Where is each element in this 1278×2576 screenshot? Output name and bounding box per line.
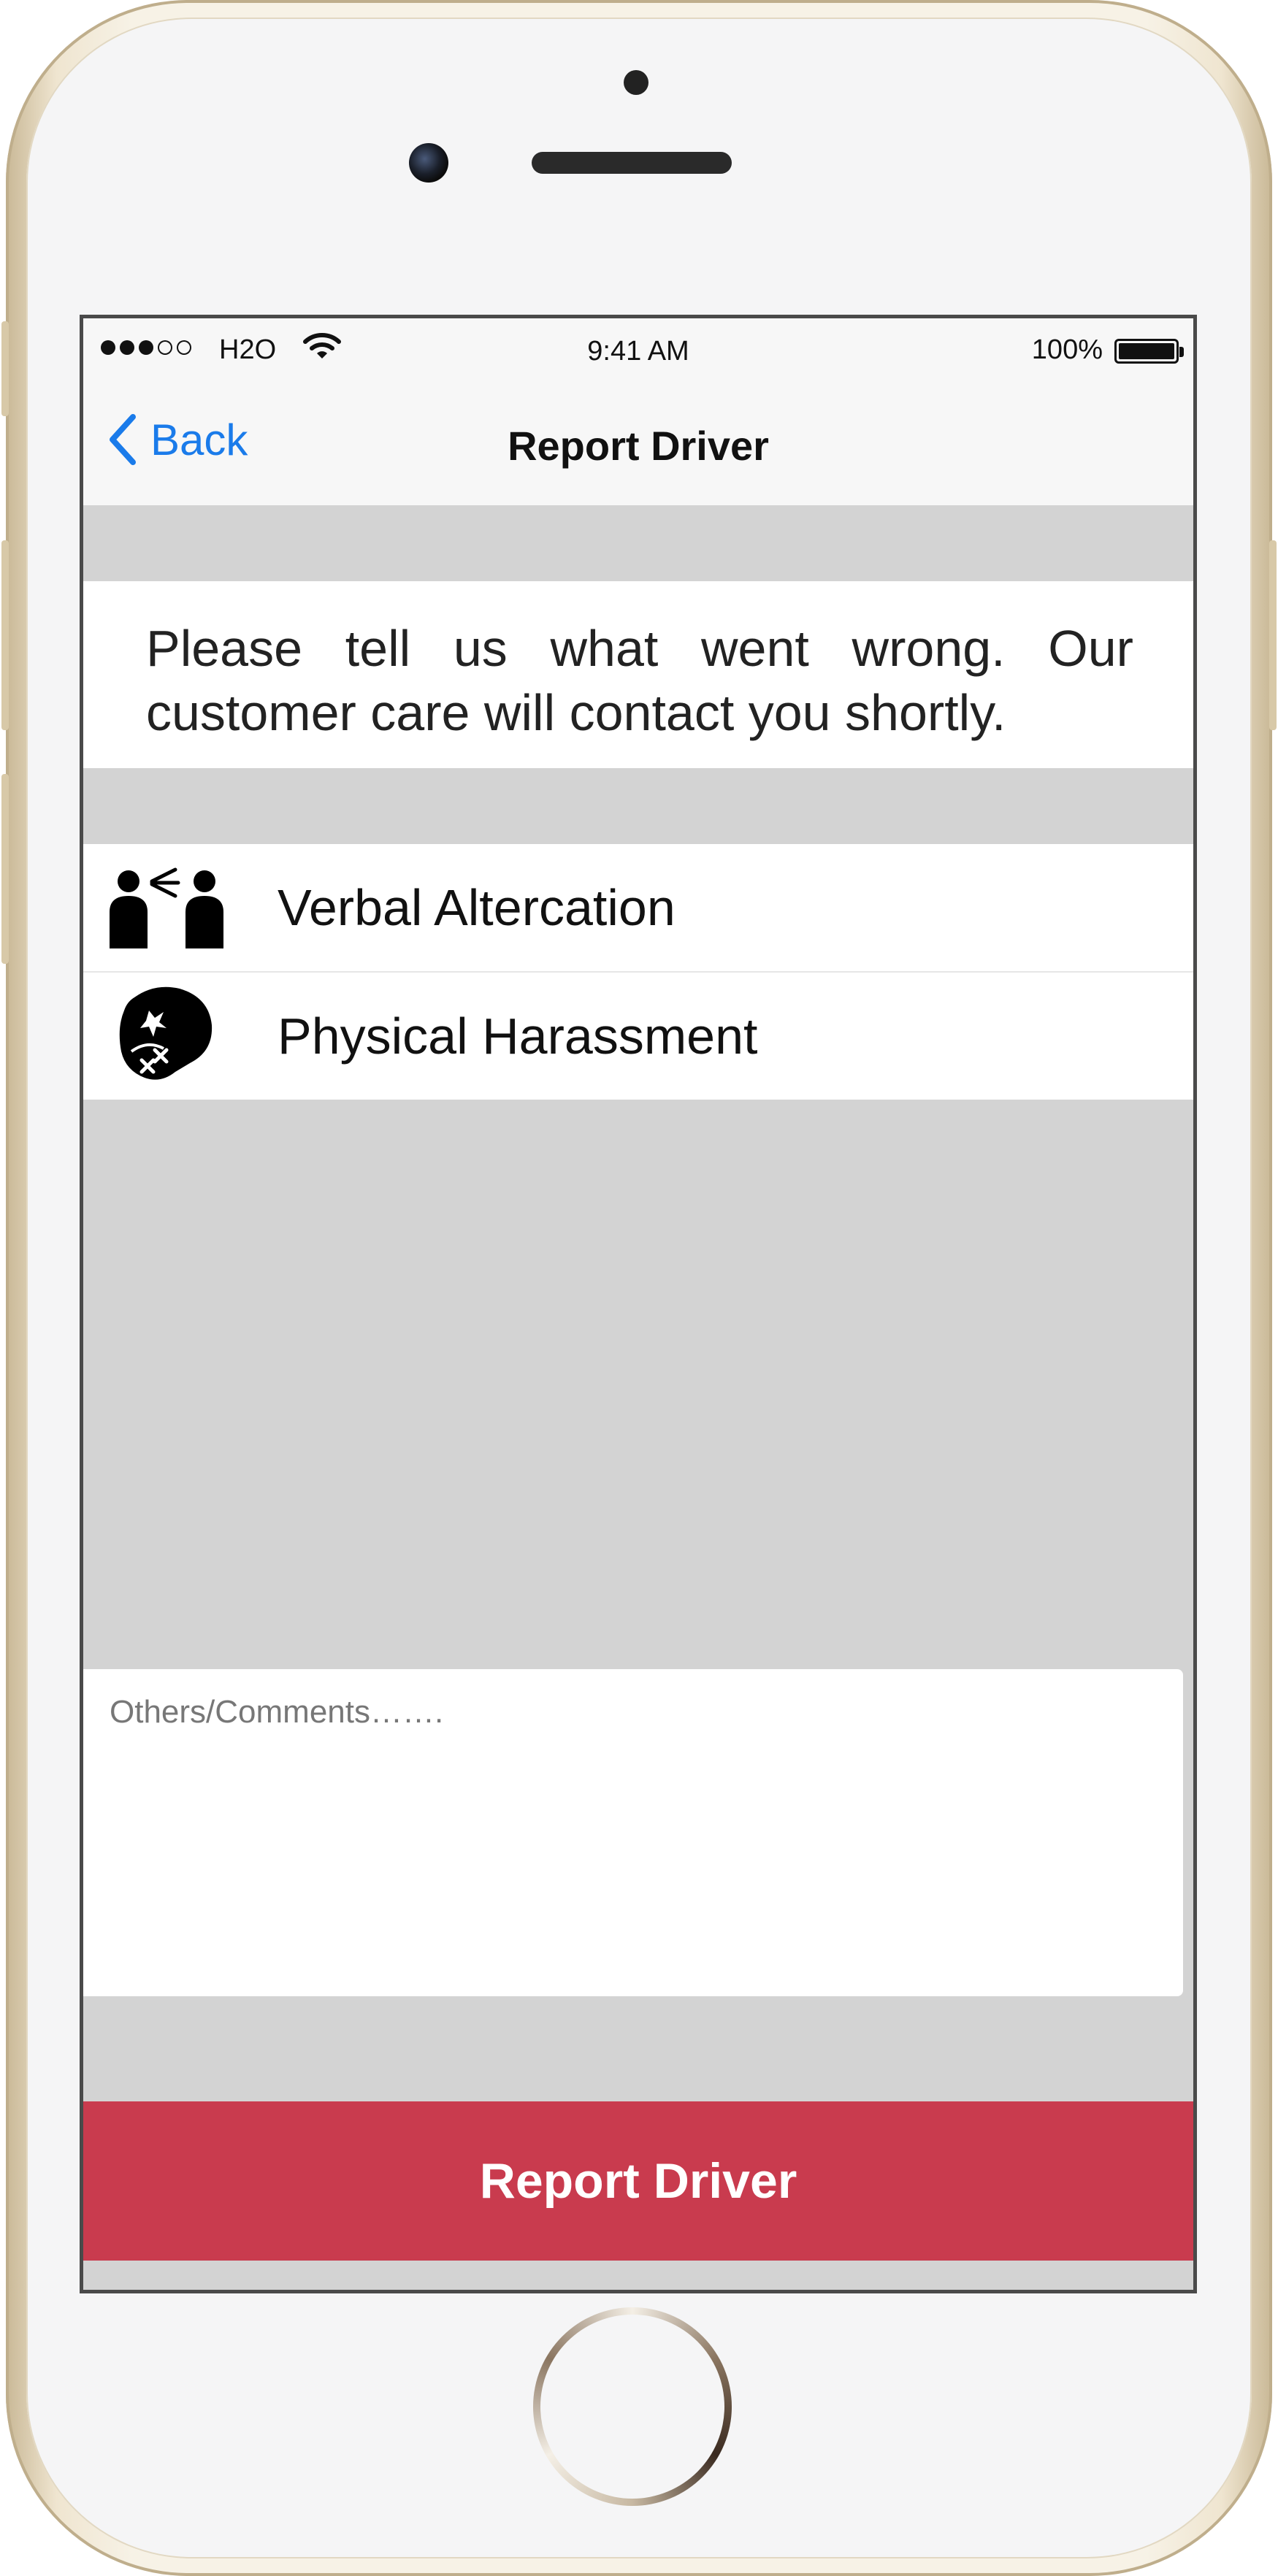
option-label: Physical Harassment: [278, 1008, 758, 1065]
boxing-glove-icon: [105, 981, 229, 1091]
app-screen: H2O 9:41 AM 100% Back Report Driver Plea…: [80, 315, 1197, 2293]
option-verbal-altercation[interactable]: Verbal Altercation: [83, 844, 1193, 973]
battery-icon: [1114, 339, 1184, 364]
earpiece-speaker: [532, 152, 732, 174]
info-message: Please tell us what went wrong. Our cust…: [83, 581, 1193, 768]
page-title: Report Driver: [508, 423, 769, 469]
home-button[interactable]: [533, 2307, 732, 2506]
option-physical-harassment[interactable]: Physical Harassment: [83, 973, 1193, 1100]
volume-down-button: [1, 774, 9, 964]
volume-up-button: [1, 540, 9, 730]
section-spacer: [83, 505, 1193, 581]
report-driver-button[interactable]: Report Driver: [83, 2101, 1193, 2261]
report-reason-list: Verbal Altercation Physical Harassment: [83, 844, 1193, 1100]
verbal-altercation-icon: [105, 853, 229, 962]
comments-input[interactable]: [108, 1693, 1161, 1976]
navigation-bar: Back Report Driver: [83, 377, 1193, 505]
status-bar: H2O 9:41 AM 100%: [83, 318, 1193, 377]
comments-box: [83, 1669, 1183, 1996]
option-label: Verbal Altercation: [278, 879, 676, 936]
mute-switch: [1, 321, 9, 416]
info-text: Please tell us what went wrong. Our cust…: [146, 620, 1133, 741]
battery-percentage: 100%: [1031, 334, 1103, 365]
power-button: [1269, 540, 1277, 730]
home-button-face: [540, 2315, 724, 2499]
proximity-sensor: [624, 70, 648, 95]
front-camera: [409, 143, 448, 183]
status-time: 9:41 AM: [587, 336, 689, 367]
